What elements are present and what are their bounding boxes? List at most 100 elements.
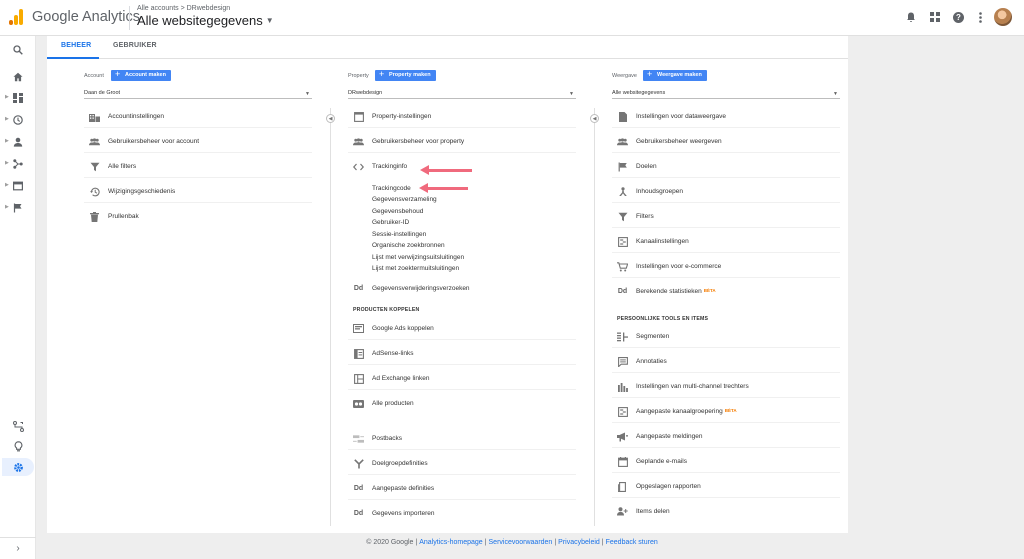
bar-chart-icon [617,381,628,392]
menu-item-prullenbak[interactable]: Prullenbak [84,206,312,228]
sub-link-zoektermuitsluitingen[interactable]: Lijst met zoektermuitsluitingen [372,265,459,272]
menu-item-label: Aangepaste definities [372,485,435,492]
menu-item-postbacks[interactable]: Postbacks [348,428,576,450]
lightbulb-icon[interactable] [12,440,24,452]
menu-item-multichannel-trechters[interactable]: Instellingen van multi-channel trechters [612,376,840,398]
property-dropdown-value: DRwebdesign [348,90,383,96]
menu-item-gebruikersbeheer-weergeven[interactable]: Gebruikersbeheer weergeven [612,131,840,153]
create-property-button[interactable]: Property maken [375,69,436,81]
menu-item-accountinstellingen[interactable]: Accountinstellingen [84,106,312,128]
menu-item-segmenten[interactable]: Segmenten [612,326,840,348]
expand-arrow-icon[interactable]: ▶ [5,94,9,100]
menu-item-aangepaste-kanaalgroepering[interactable]: Aangepaste kanaalgroepering BÈTA [612,401,840,423]
admin-gear-icon[interactable] [12,461,24,473]
sub-link-trackingcode[interactable]: Trackingcode [372,185,411,192]
menu-item-dataweergave-instellingen[interactable]: Instellingen voor dataweergave [612,106,840,128]
create-account-button[interactable]: Account maken [111,69,171,81]
menu-item-ecommerce-instellingen[interactable]: Instellingen voor e-commerce [612,256,840,278]
menu-item-items-delen[interactable]: Items delen [612,501,840,523]
account-column-header: Account Account maken [84,69,312,84]
footer-link-servicevoorwaarden[interactable]: Servicevoorwaarden [489,539,553,546]
sub-link-verwijzingsuitsluitingen[interactable]: Lijst met verwijzingsuitsluitingen [372,254,464,261]
customization-dashboard-icon[interactable] [12,92,24,104]
menu-item-berekende-statistieken[interactable]: Dd Berekende statistieken BÈTA [612,281,840,303]
sub-link-gegevensbehoud[interactable]: Gegevensbehoud [372,208,423,215]
clock-icon[interactable] [12,114,24,126]
avatar[interactable] [994,8,1012,26]
view-column: Weergave Weergave maken Alle websitegege… [612,69,840,516]
footer-link-analytics-homepage[interactable]: Analytics-homepage [419,539,482,546]
account-dropdown[interactable]: Daan de Groot ▼ [84,88,312,99]
menu-item-opgeslagen-rapporten[interactable]: Opgeslagen rapporten [612,476,840,498]
tab-beheer[interactable]: BEHEER [61,42,91,49]
beta-badge: BÈTA [724,408,737,413]
menu-item-gebruikersbeheer-property[interactable]: Gebruikersbeheer voor property [348,131,576,153]
menu-item-label: Property-instellingen [372,113,432,120]
menu-item-doelen[interactable]: Doelen [612,156,840,178]
menu-item-gegevensverwijderingsverzoeken[interactable]: Dd Gegevensverwijderingsverzoeken [348,278,576,300]
view-dropdown[interactable]: Alle websitegegevens ▼ [612,88,840,99]
product-name[interactable]: Google Analytics [32,9,140,25]
menu-item-annotaties[interactable]: Annotaties [612,351,840,373]
sub-link-sessie-instellingen[interactable]: Sessie-instellingen [372,231,426,238]
more-vertical-icon[interactable] [973,10,987,24]
acquisition-icon[interactable] [12,158,24,170]
menu-item-label: Items delen [636,508,670,515]
menu-item-property-instellingen[interactable]: Property-instellingen [348,106,576,128]
top-bar: Google Analytics Alle accounts > DRwebde… [0,0,1024,36]
behavior-icon[interactable] [12,180,24,192]
footer-link-feedback[interactable]: Feedback sturen [606,539,658,546]
menu-item-adsense-links[interactable]: AdSense-links [348,343,576,365]
expand-arrow-icon[interactable]: ▶ [5,182,9,188]
expand-arrow-icon[interactable]: ▶ [5,160,9,166]
menu-item-filters[interactable]: Filters [612,206,840,228]
expand-arrow-icon[interactable]: ▶ [5,116,9,122]
expand-arrow-icon[interactable]: ▶ [5,204,9,210]
collapse-column-icon[interactable]: ◀ [590,114,599,123]
beta-badge: BÈTA [703,288,716,293]
analytics-logo-icon[interactable] [9,9,23,25]
menu-item-google-ads[interactable]: Google Ads koppelen [348,318,576,340]
tab-gebruiker[interactable]: GEBRUIKER [113,42,157,49]
menu-item-doelgroepdefinities[interactable]: Doelgroepdefinities [348,453,576,475]
audience-icon [353,458,364,469]
menu-item-aangepaste-meldingen[interactable]: Aangepaste meldingen [612,426,840,448]
menu-item-label: Aangepaste meldingen [636,433,703,440]
menu-item-aangepaste-definities[interactable]: Dd Aangepaste definities [348,478,576,500]
annotation-arrow-trackinginfo [420,165,472,175]
breadcrumb[interactable]: Alle accounts > DRwebdesign [137,5,230,12]
footer-link-privacybeleid[interactable]: Privacybeleid [558,539,600,546]
apps-grid-icon[interactable] [928,10,942,24]
menu-item-alle-producten[interactable]: Alle producten [348,393,576,415]
home-icon[interactable] [12,71,24,83]
content-groups-icon [617,186,628,197]
bell-icon[interactable] [904,10,918,24]
menu-item-wijzigingsgeschiedenis[interactable]: Wijzigingsgeschiedenis [84,181,312,203]
sub-link-gegevensverzameling[interactable]: Gegevensverzameling [372,196,437,203]
person-icon[interactable] [12,136,24,148]
menu-item-inhoudsgroepen[interactable]: Inhoudsgroepen [612,181,840,203]
sub-link-organische-zoekbronnen[interactable]: Organische zoekbronnen [372,242,445,249]
flag-icon[interactable] [12,202,24,214]
menu-item-kanaalinstellingen[interactable]: Kanaalinstellingen [612,231,840,253]
building-icon [89,111,100,122]
menu-item-label-text: Berekende statistieken [636,288,702,295]
menu-item-label: Gebruikersbeheer voor account [108,138,200,145]
menu-item-label: Annotaties [636,358,667,365]
property-dropdown[interactable]: DRwebdesign ▼ [348,88,576,99]
collapse-column-icon[interactable]: ◀ [326,114,335,123]
menu-item-gebruikersbeheer-account[interactable]: Gebruikersbeheer voor account [84,131,312,153]
expand-arrow-icon[interactable]: ▶ [5,138,9,144]
menu-item-ad-exchange[interactable]: Ad Exchange linken [348,368,576,390]
search-icon[interactable] [12,44,24,56]
view-selector[interactable]: Alle websitegegevens ▼ [137,13,274,28]
sub-link-gebruiker-id[interactable]: Gebruiker-ID [372,219,409,226]
help-icon[interactable]: ? [951,10,965,24]
attribution-icon[interactable] [12,420,24,432]
menu-item-label: Doelen [636,163,657,170]
menu-item-geplande-emails[interactable]: Geplande e-mails [612,451,840,473]
menu-item-gegevens-importeren[interactable]: Dd Gegevens importeren [348,503,576,525]
create-view-button[interactable]: Weergave maken [643,69,707,81]
menu-item-alle-filters[interactable]: Alle filters [84,156,312,178]
menu-item-label: Opgeslagen rapporten [636,483,701,490]
